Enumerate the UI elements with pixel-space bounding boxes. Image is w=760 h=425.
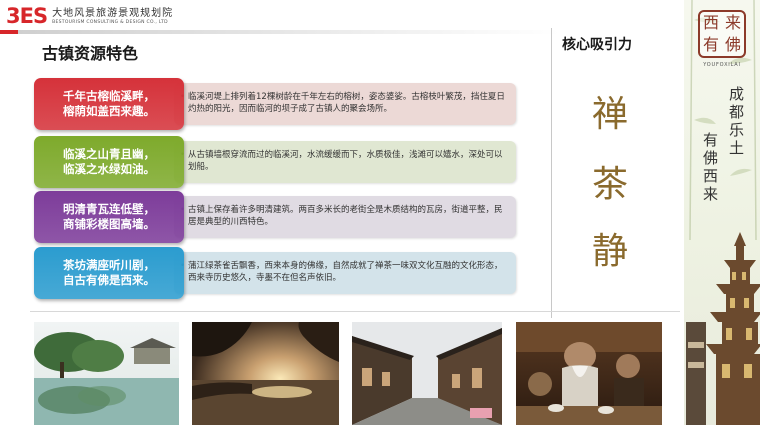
feature-label: 茶坊满座听川剧， 自古有佛是西来。 [34, 247, 184, 299]
vertical-slogan-1: 成都乐土 [727, 86, 745, 158]
seal-char: 来 [724, 13, 741, 32]
seal-char: 佛 [724, 35, 741, 54]
seal-caption: YOUFOXILAI [703, 62, 741, 68]
feature-label: 千年古榕临溪畔， 榕荫如盖西来趣。 [34, 78, 184, 130]
feature-description: 从古镇墙根穿流而过的临溪河，水流缓缓而下，水质极佳，浅滩可以嬉水，深处可以划船。 [180, 149, 510, 173]
feature-description-bar: 从古镇墙根穿流而过的临溪河，水流缓缓而下，水质极佳，浅滩可以嬉水，深处可以划船。 [174, 141, 516, 183]
core-char-chan: 禅 [591, 94, 628, 135]
feature-description-bar: 蒲江绿茶雀舌飘香，西来本身的佛缘，自然成就了禅茶一味双文化互融的文化形态，西来寺… [174, 252, 516, 294]
vertical-slogan-2: 有佛西来 [701, 132, 719, 204]
core-divider [551, 28, 552, 318]
company-name-cn: 大地风景旅游景观规划院 [52, 7, 174, 19]
logo-mark: 3ES [6, 4, 48, 28]
photo-tea-house [516, 322, 662, 425]
pagoda-image [686, 232, 760, 425]
section-title: 古镇资源特色 [42, 44, 139, 63]
photo-old-street [352, 322, 502, 425]
feature-description: 蒲江绿茶雀舌飘香，西来本身的佛缘，自然成就了禅茶一味双文化互融的文化形态，西来寺… [180, 260, 510, 284]
header-rule [0, 30, 560, 34]
feature-description: 古镇上保存着许多明清建筑。两百多米长的老街全是木质结构的瓦房，街道平整，民居是典… [180, 204, 510, 228]
feature-label: 临溪之山青且幽， 临溪之水绿如油。 [34, 136, 184, 188]
seal-char: 有 [702, 35, 719, 54]
photo-sunset-river [192, 322, 339, 425]
company-logo: 3ES 大地风景旅游景观规划院 BESTOURISM CONSULTING & … [6, 6, 173, 27]
feature-label-text: 茶坊满座听川剧， 自古有佛是西来。 [63, 258, 155, 287]
feature-label-text: 千年古榕临溪畔， 榕荫如盖西来趣。 [63, 89, 155, 118]
core-char-jing: 静 [591, 231, 628, 272]
core-char-cha: 茶 [591, 164, 628, 205]
feature-label: 明清青瓦连低壁， 商铺彩楼图高墙。 [34, 191, 184, 243]
feature-label-text: 明清青瓦连低壁， 商铺彩楼图高墙。 [63, 202, 155, 231]
feature-description-bar: 古镇上保存着许多明清建筑。两百多米长的老街全是木质结构的瓦房，街道平整，民居是典… [174, 196, 516, 238]
seal-logo: 西 来 有 佛 [698, 10, 746, 58]
core-title: 核心吸引力 [562, 37, 632, 53]
seal-char: 西 [702, 13, 719, 32]
company-name-en: BESTOURISM CONSULTING & DESIGN CO., LTD [52, 19, 168, 25]
photo-river-banyan [34, 322, 179, 425]
feature-description-bar: 临溪河堤上排列着12棵树龄在千年左右的榕树，姿态婆娑。古榕枝叶繁茂，挡住夏日灼热… [174, 83, 516, 125]
logo-text: 大地风景旅游景观规划院 BESTOURISM CONSULTING & DESI… [52, 8, 173, 26]
feature-label-text: 临溪之山青且幽， 临溪之水绿如油。 [63, 147, 155, 176]
photo-divider [30, 311, 680, 312]
feature-description: 临溪河堤上排列着12棵树龄在千年左右的榕树，姿态婆娑。古榕枝叶繁茂，挡住夏日灼热… [180, 91, 510, 115]
